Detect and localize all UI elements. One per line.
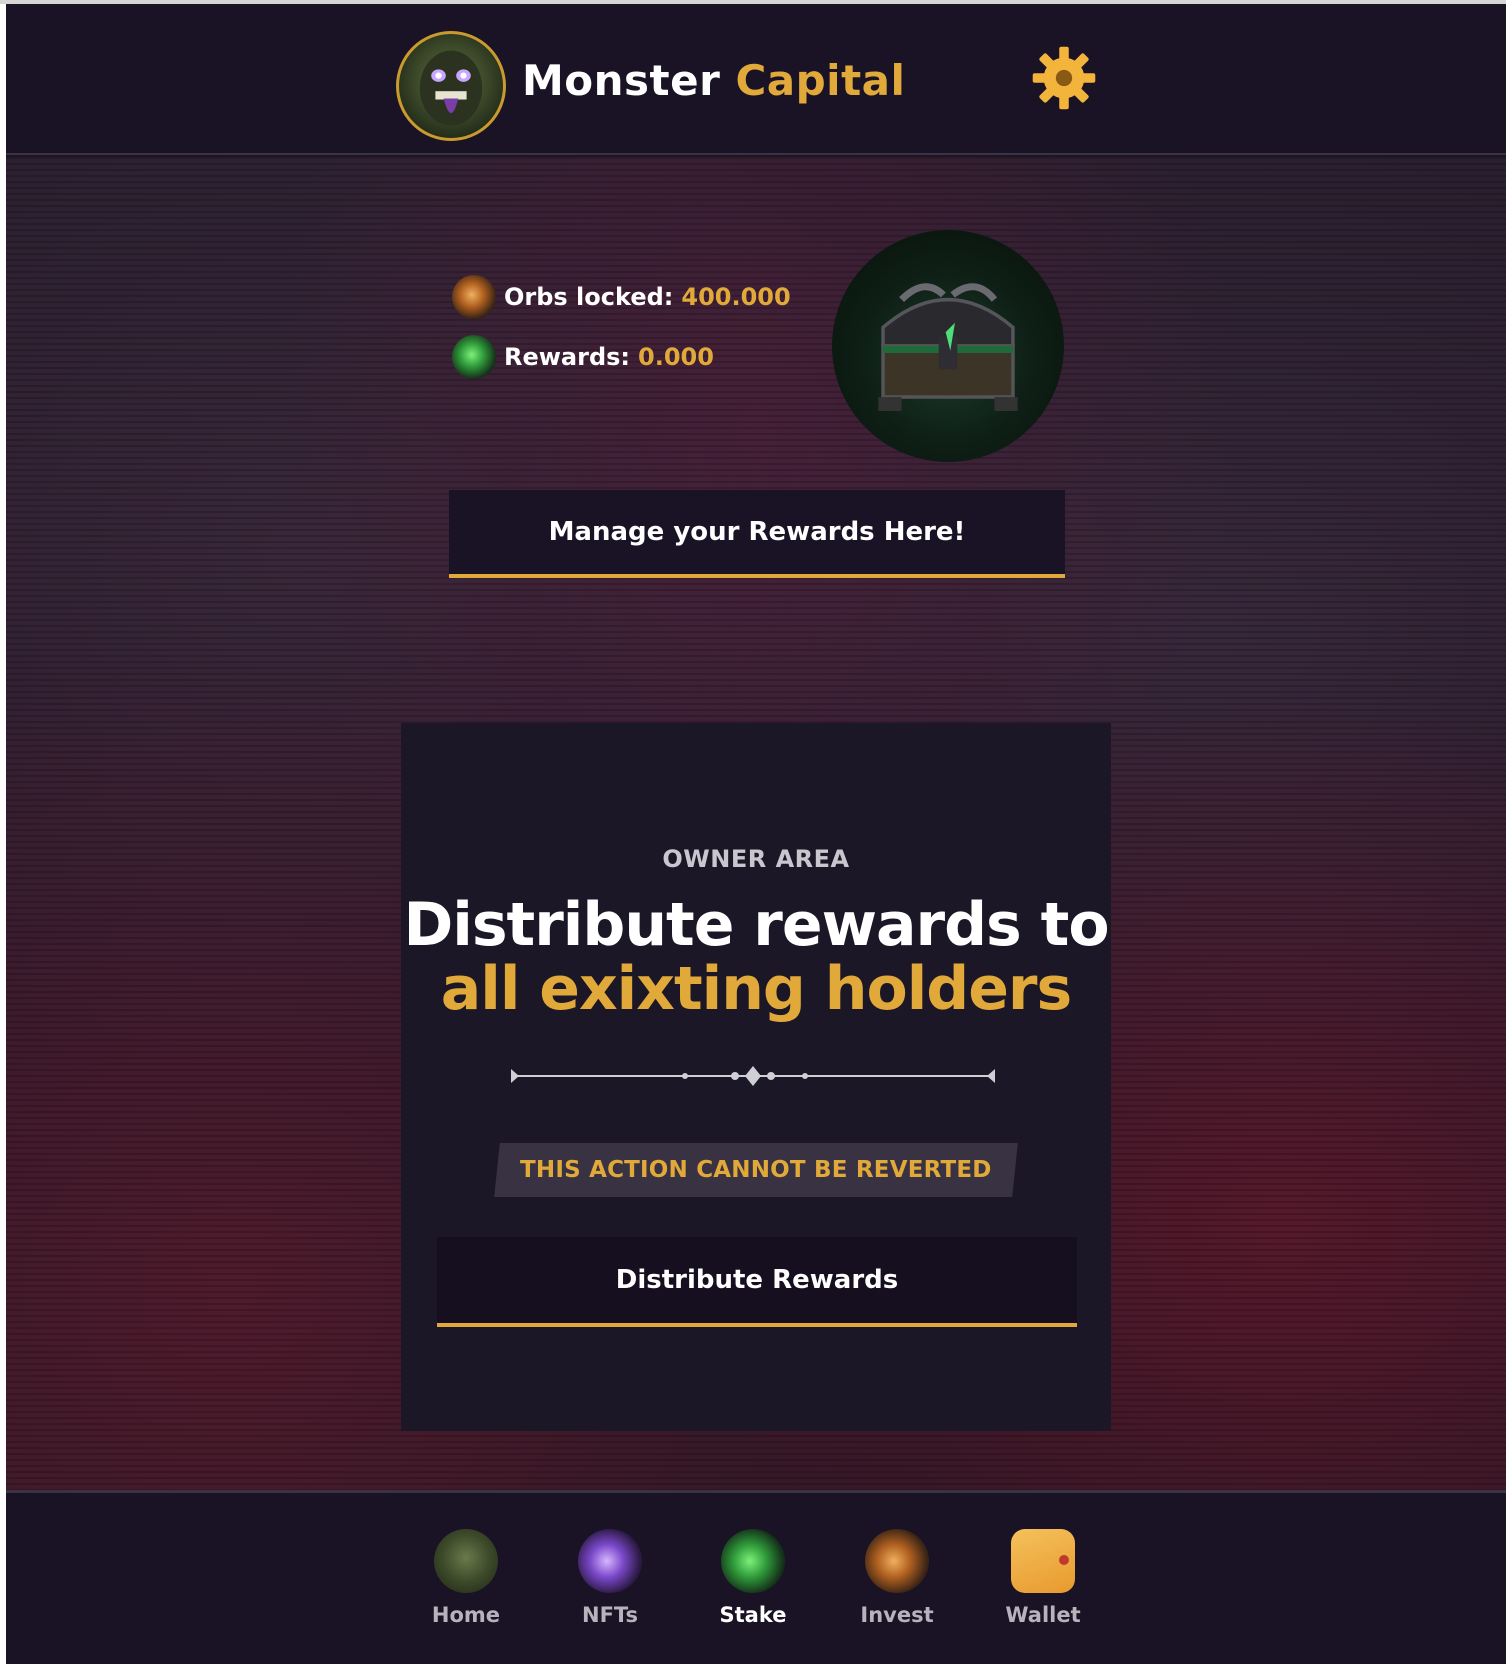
bottom-navigation: Home NFTs Stake Invest Wallet xyxy=(6,1490,1506,1664)
app-frame: Monster Capital Orbs locked: 400.000 Rew… xyxy=(6,4,1506,1664)
orbs-locked-label: Orbs locked: xyxy=(504,283,674,311)
brand-first-word: Monster xyxy=(522,56,721,105)
title-line-1: Distribute rewards to xyxy=(403,890,1109,960)
nfts-orb-icon xyxy=(578,1529,642,1593)
nav-item-stake[interactable]: Stake xyxy=(693,1529,813,1627)
brand-second-word: Capital xyxy=(735,56,906,105)
nav-label-invest: Invest xyxy=(860,1603,934,1627)
nav-label-wallet: Wallet xyxy=(1005,1603,1081,1627)
treasure-chest-icon xyxy=(832,230,1064,462)
nav-label-nfts: NFTs xyxy=(582,1603,638,1627)
irreversible-warning-badge: THIS ACTION CANNOT BE REVERTED xyxy=(494,1143,1018,1197)
distribute-rewards-button[interactable]: Distribute Rewards xyxy=(437,1237,1077,1327)
home-monster-icon xyxy=(434,1529,498,1593)
stake-orb-icon xyxy=(721,1529,785,1593)
warning-text: THIS ACTION CANNOT BE REVERTED xyxy=(520,1157,992,1183)
rewards-label: Rewards: xyxy=(504,343,631,371)
nav-label-stake: Stake xyxy=(719,1603,787,1627)
nav-item-wallet[interactable]: Wallet xyxy=(983,1523,1103,1627)
monster-avatar-icon[interactable] xyxy=(396,31,506,141)
owner-area-title: Distribute rewards to all exixting holde… xyxy=(401,893,1111,1021)
ornamental-divider-icon xyxy=(511,1066,995,1086)
wallet-icon xyxy=(1011,1523,1075,1593)
nav-item-home[interactable]: Home xyxy=(406,1529,526,1627)
brand-title[interactable]: Monster Capital xyxy=(522,56,905,105)
orange-orb-icon xyxy=(452,275,496,319)
gear-icon[interactable] xyxy=(1030,44,1098,112)
nav-label-home: Home xyxy=(431,1603,501,1627)
nav-item-invest[interactable]: Invest xyxy=(837,1529,957,1627)
nav-item-nfts[interactable]: NFTs xyxy=(550,1529,670,1627)
manage-rewards-button[interactable]: Manage your Rewards Here! xyxy=(449,490,1065,578)
invest-orb-icon xyxy=(865,1529,929,1593)
green-orb-icon xyxy=(452,335,496,379)
owner-area-label: OWNER AREA xyxy=(662,845,850,873)
main-content: Orbs locked: 400.000 Rewards: 0.000 Mana… xyxy=(6,157,1506,1490)
orbs-locked-value: 400.000 xyxy=(681,283,791,311)
orbs-locked-row: Orbs locked: 400.000 xyxy=(452,275,791,319)
owner-area-card: OWNER AREA Distribute rewards to all exi… xyxy=(401,723,1111,1431)
rewards-row: Rewards: 0.000 xyxy=(452,335,714,379)
rewards-value: 0.000 xyxy=(638,343,714,371)
title-line-2: all exixting holders xyxy=(440,954,1072,1024)
header: Monster Capital xyxy=(6,4,1506,155)
